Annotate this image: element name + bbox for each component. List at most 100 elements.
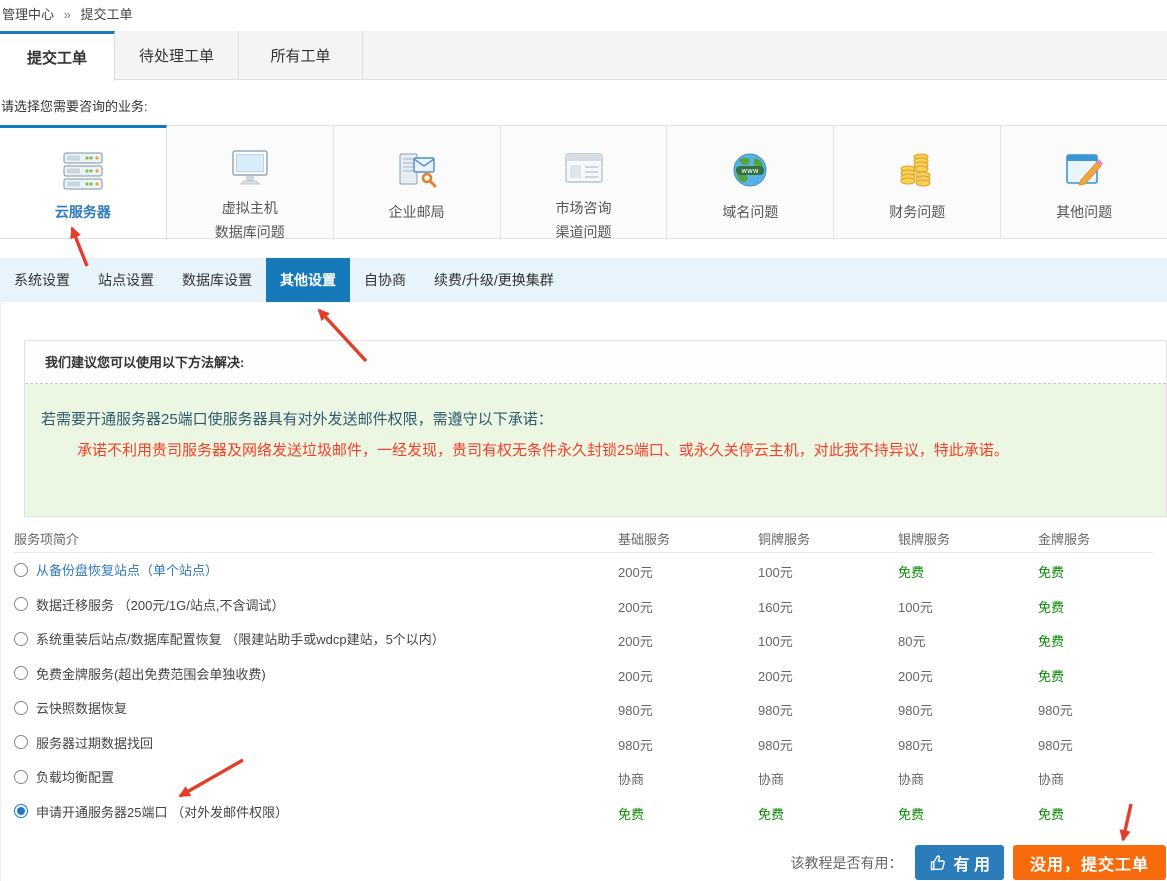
breadcrumb-separator: »	[64, 7, 71, 22]
category-label: 云服务器	[55, 200, 111, 224]
tutorial-feedback-bar: 该教程是否有用： 有 用 没用，提交工单	[791, 845, 1166, 880]
row-free-gold-service[interactable]: 免费金牌服务(超出免费范围会单独收费)	[14, 664, 266, 683]
row-load-balancing[interactable]: 负载均衡配置	[14, 767, 114, 786]
price-cell: 免费	[1038, 666, 1064, 685]
category-label: 财务问题	[889, 200, 945, 224]
row-reinstall-restore[interactable]: 系统重装后站点/数据库配置恢复 （限建站助手或wdcp建站，5个以内）	[14, 629, 445, 648]
row-snapshot-restore[interactable]: 云快照数据恢复	[14, 698, 127, 717]
useful-button[interactable]: 有 用	[915, 845, 1004, 880]
price-cell: 免费	[898, 562, 924, 581]
domain-globe-icon: www	[727, 148, 773, 194]
row-open-port25[interactable]: 申请开通服务器25端口 （对外发邮件权限）	[14, 802, 288, 821]
col-basic-service: 基础服务	[618, 529, 670, 548]
radio-open-port25[interactable]	[14, 804, 28, 818]
ticket-tabbar: 提交工单 待处理工单 所有工单	[0, 31, 1167, 80]
price-cell: 免费	[898, 804, 924, 823]
svg-text:www: www	[742, 167, 759, 175]
table-row: 负载均衡配置 协商 协商 协商 协商	[14, 760, 1153, 795]
price-cell: 免费	[618, 804, 644, 823]
category-label: 市场咨询 渠道问题	[556, 196, 612, 244]
col-service-intro: 服务项简介	[14, 529, 79, 548]
table-row: 从备份盘恢复站点（单个站点） 200元 100元 免费 免费	[14, 553, 1153, 588]
row-data-migration[interactable]: 数据迁移服务 （200元/1G/站点,不含调试）	[14, 595, 284, 614]
price-cell: 980元	[898, 735, 933, 754]
subtab-renew-upgrade[interactable]: 续费/升级/更换集群	[420, 258, 568, 302]
price-cell: 免费	[1038, 597, 1064, 616]
price-cell: 980元	[758, 735, 793, 754]
price-cell: 协商	[1038, 769, 1064, 788]
price-cell: 160元	[758, 597, 793, 616]
row-expired-data-recovery[interactable]: 服务器过期数据找回	[14, 733, 153, 752]
category-cloud-server[interactable]: 云服务器	[0, 125, 167, 239]
service-price-table: 服务项简介 基础服务 铜牌服务 银牌服务 金牌服务 从备份盘恢复站点（单个站点）…	[14, 524, 1153, 829]
enterprise-mail-icon	[394, 148, 440, 194]
submit-ticket-button[interactable]: 没用，提交工单	[1013, 845, 1166, 880]
business-select-prompt: 请选择您需要咨询的业务:	[1, 96, 148, 115]
price-cell: 免费	[1038, 631, 1064, 650]
category-label: 其他问题	[1056, 200, 1112, 224]
category-domain[interactable]: www 域名问题	[667, 125, 834, 239]
col-silver-service: 银牌服务	[898, 529, 950, 548]
cloud-server-icon	[60, 148, 106, 194]
tab-submit-ticket[interactable]: 提交工单	[0, 31, 115, 81]
feedback-question: 该教程是否有用：	[791, 853, 903, 873]
table-row: 数据迁移服务 （200元/1G/站点,不含调试） 200元 160元 100元 …	[14, 588, 1153, 623]
subtab-site-settings[interactable]: 站点设置	[84, 258, 168, 302]
price-cell: 980元	[1038, 735, 1073, 754]
category-enterprise-mail[interactable]: 企业邮局	[334, 125, 501, 239]
price-cell: 200元	[898, 666, 933, 685]
price-cell: 200元	[618, 597, 653, 616]
thumbs-up-icon	[929, 854, 947, 872]
category-market-consult[interactable]: 市场咨询 渠道问题	[501, 125, 668, 239]
tab-pending-tickets[interactable]: 待处理工单	[115, 31, 239, 79]
subtab-self-negotiate[interactable]: 自协商	[350, 258, 420, 302]
price-cell: 协商	[618, 769, 644, 788]
breadcrumb-admin-center[interactable]: 管理中心	[2, 7, 54, 22]
panel-left-border	[0, 302, 1, 881]
suggestion-header: 我们建议您可以使用以下方法解决:	[25, 341, 1166, 384]
price-cell: 200元	[618, 666, 653, 685]
radio-restore-from-backup[interactable]	[14, 563, 28, 577]
category-virtual-host[interactable]: 虚拟主机 数据库问题	[167, 125, 334, 239]
tab-all-tickets[interactable]: 所有工单	[239, 31, 363, 79]
table-row: 服务器过期数据找回 980元 980元 980元 980元	[14, 726, 1153, 761]
category-label: 域名问题	[722, 200, 778, 224]
col-bronze-service: 铜牌服务	[758, 529, 810, 548]
col-gold-service: 金牌服务	[1038, 529, 1090, 548]
subtab-other-settings[interactable]: 其他设置	[266, 258, 350, 302]
category-label: 虚拟主机 数据库问题	[215, 196, 285, 244]
price-cell: 免费	[1038, 804, 1064, 823]
service-table-header: 服务项简介 基础服务 铜牌服务 银牌服务 金牌服务	[14, 524, 1153, 553]
price-cell: 免费	[1038, 562, 1064, 581]
category-finance[interactable]: 财务问题	[834, 125, 1001, 239]
suggestion-box: 我们建议您可以使用以下方法解决: 若需要开通服务器25端口使服务器具有对外发送邮…	[24, 340, 1167, 517]
subtab-database-settings[interactable]: 数据库设置	[168, 258, 266, 302]
radio-load-balancing[interactable]	[14, 770, 28, 784]
category-other[interactable]: 其他问题	[1001, 125, 1167, 239]
price-cell: 100元	[758, 631, 793, 650]
virtual-host-icon	[227, 148, 273, 190]
table-row: 系统重装后站点/数据库配置恢复 （限建站助手或wdcp建站，5个以内） 200元…	[14, 622, 1153, 657]
subtab-system-settings[interactable]: 系统设置	[0, 258, 84, 302]
price-cell: 免费	[758, 804, 784, 823]
price-cell: 100元	[898, 597, 933, 616]
radio-expired-data-recovery[interactable]	[14, 735, 28, 749]
radio-snapshot-restore[interactable]	[14, 701, 28, 715]
finance-coins-icon	[894, 148, 940, 194]
price-cell: 80元	[898, 631, 925, 650]
radio-data-migration[interactable]	[14, 597, 28, 611]
other-edit-icon	[1061, 148, 1107, 194]
breadcrumb: 管理中心 » 提交工单	[2, 4, 133, 23]
port25-notice-line1: 若需要开通服务器25端口使服务器具有对外发送邮件权限，需遵守以下承诺：	[41, 408, 1166, 429]
submit-ticket-page: 管理中心 » 提交工单 提交工单 待处理工单 所有工单 请选择您需要咨询的业务:	[0, 0, 1167, 881]
price-cell: 200元	[618, 562, 653, 581]
price-cell: 100元	[758, 562, 793, 581]
table-row: 申请开通服务器25端口 （对外发邮件权限） 免费 免费 免费 免费	[14, 795, 1153, 830]
radio-reinstall-restore[interactable]	[14, 632, 28, 646]
price-cell: 980元	[618, 700, 653, 719]
price-cell: 980元	[898, 700, 933, 719]
row-restore-from-backup[interactable]: 从备份盘恢复站点（单个站点）	[14, 560, 218, 579]
radio-free-gold-service[interactable]	[14, 666, 28, 680]
business-category-strip: 云服务器 虚拟主机 数据库问题	[0, 125, 1167, 239]
price-cell: 200元	[618, 631, 653, 650]
